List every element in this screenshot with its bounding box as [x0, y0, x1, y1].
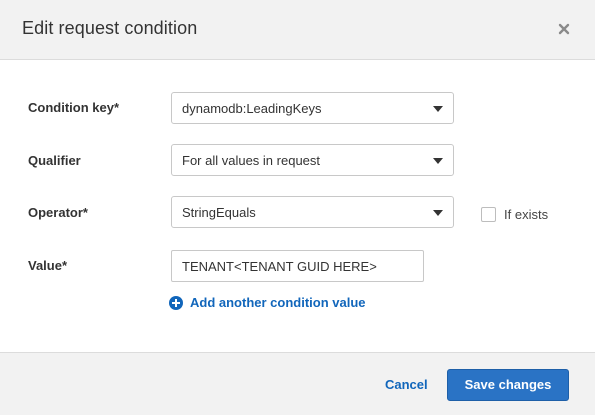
dialog-footer: Cancel Save changes	[0, 352, 595, 415]
value-label: Value*	[28, 258, 68, 273]
close-icon[interactable]	[557, 22, 571, 36]
chevron-down-icon	[433, 210, 443, 216]
qualifier-value: For all values in request	[182, 153, 321, 168]
operator-value: StringEquals	[182, 205, 256, 220]
if-exists-checkbox[interactable]	[481, 207, 496, 222]
condition-key-label: Condition key*	[28, 100, 120, 115]
dialog-header: Edit request condition	[0, 0, 595, 60]
operator-select[interactable]: StringEquals	[171, 196, 454, 228]
if-exists-label: If exists	[504, 207, 549, 222]
edit-request-condition-dialog: Edit request condition Condition key* dy…	[0, 0, 595, 415]
operator-label: Operator*	[28, 205, 88, 220]
qualifier-select[interactable]: For all values in request	[171, 144, 454, 176]
dialog-title: Edit request condition	[22, 18, 198, 38]
add-condition-value-link[interactable]: Add another condition value	[169, 295, 366, 310]
value-input[interactable]	[171, 250, 424, 282]
condition-key-select[interactable]: dynamodb:LeadingKeys	[171, 92, 454, 124]
chevron-down-icon	[433, 106, 443, 112]
condition-key-value: dynamodb:LeadingKeys	[182, 101, 322, 116]
plus-circle-icon	[169, 295, 183, 310]
save-changes-button[interactable]: Save changes	[447, 369, 569, 401]
add-condition-value-text: Add another condition value	[190, 295, 366, 310]
qualifier-label: Qualifier	[28, 153, 81, 168]
cancel-button[interactable]: Cancel	[385, 377, 428, 392]
chevron-down-icon	[433, 158, 443, 164]
